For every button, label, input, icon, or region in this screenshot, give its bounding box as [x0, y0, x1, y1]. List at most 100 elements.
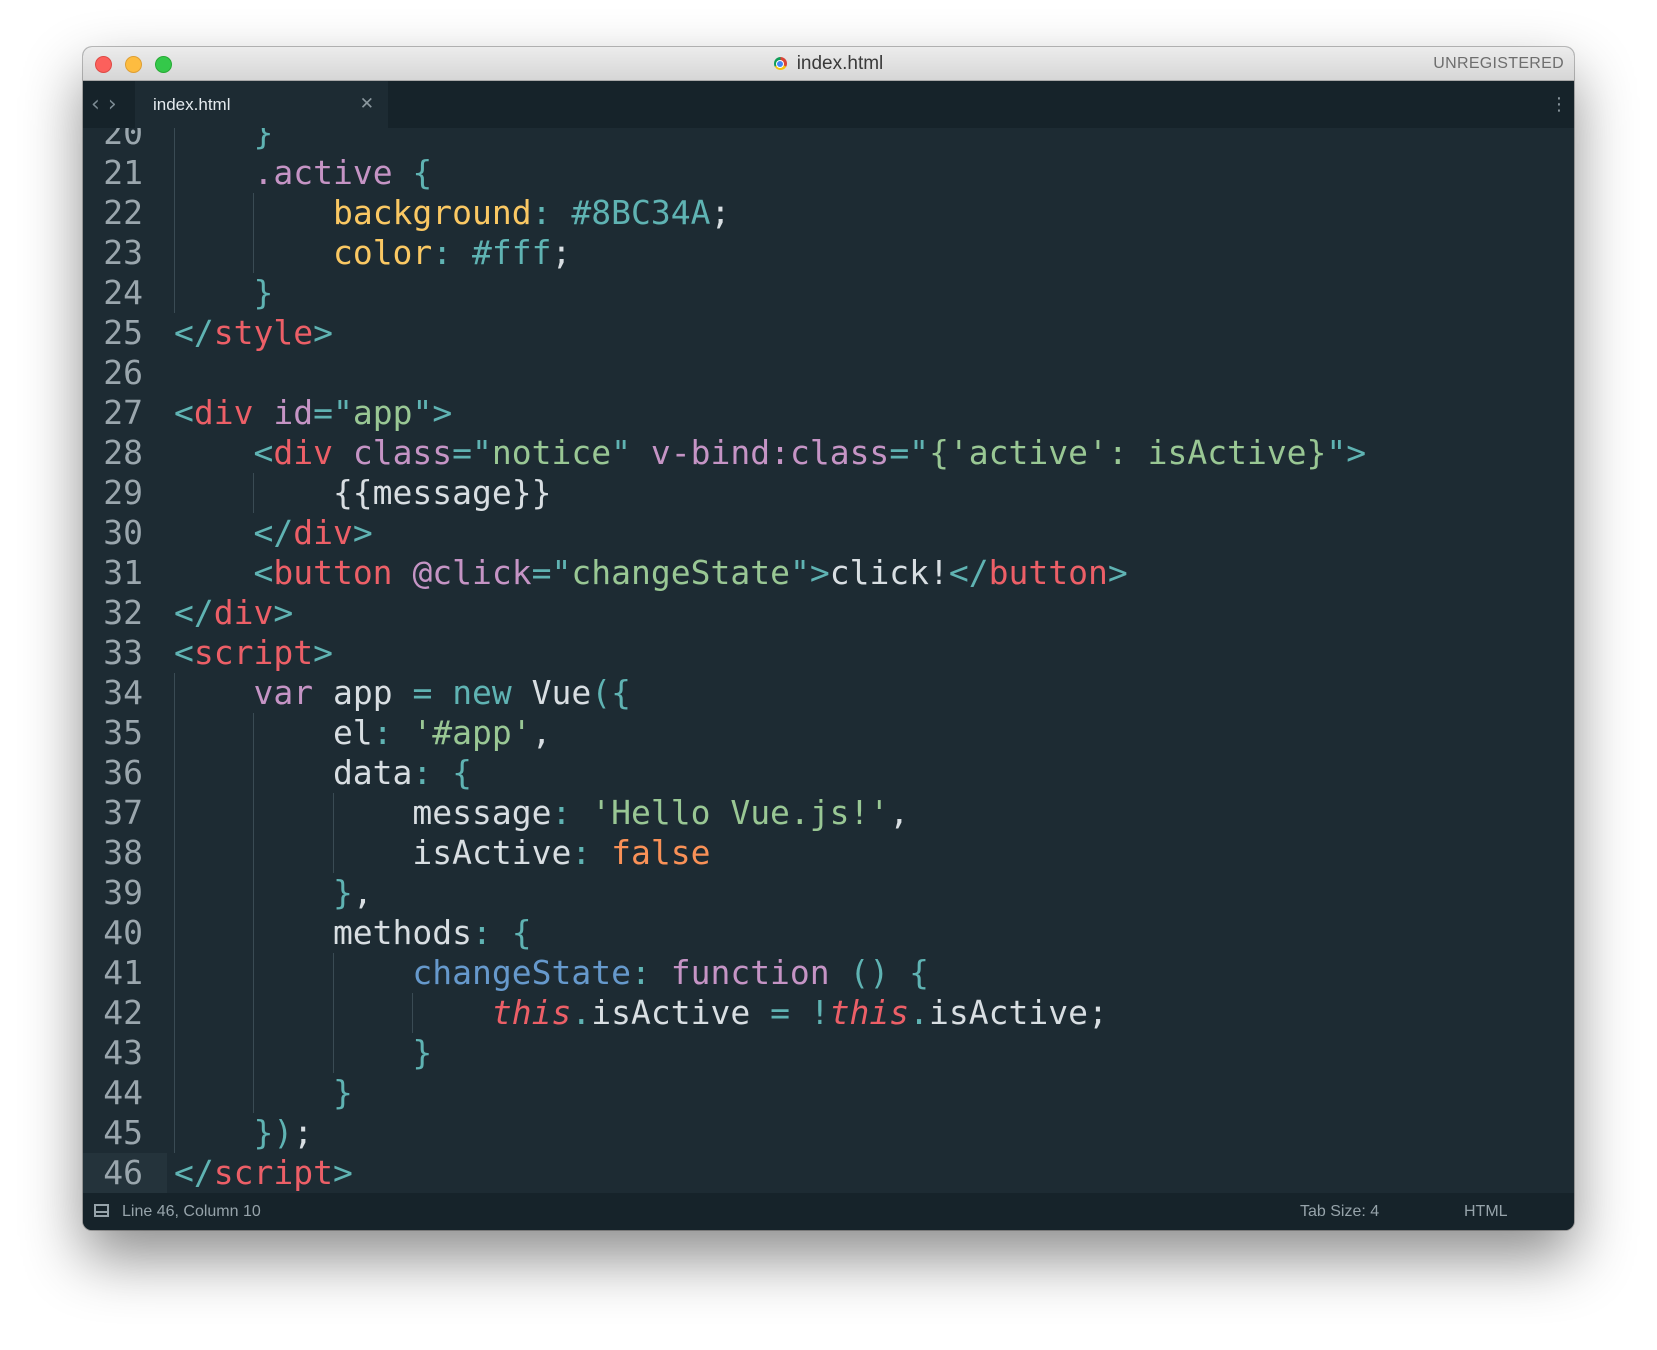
code-token: app	[352, 393, 413, 432]
code-token: </	[174, 513, 294, 552]
more-vertical-icon[interactable]: ⋮	[1550, 81, 1568, 128]
line-number: 23	[103, 233, 143, 272]
code-token: }	[174, 273, 274, 312]
line-code: </div>	[174, 513, 372, 553]
code-token: isActive	[929, 993, 1088, 1032]
code-line[interactable]: 45 });	[83, 1113, 1574, 1153]
line-number: 36	[103, 753, 143, 792]
code-token: .active	[253, 153, 393, 192]
code-token: >	[273, 593, 294, 632]
line-number: 27	[103, 393, 143, 432]
code-token: }	[174, 128, 274, 152]
code-line[interactable]: 41 changeState: function () {	[83, 953, 1574, 993]
code-line[interactable]: 20 }	[83, 128, 1574, 153]
code-token: style	[213, 313, 314, 352]
code-line[interactable]: 34 var app = new Vue({	[83, 673, 1574, 713]
code-token: function	[670, 953, 830, 992]
panel-icon[interactable]	[94, 1204, 109, 1217]
code-token: script	[213, 1153, 333, 1192]
line-number: 39	[103, 873, 143, 912]
code-token: </	[174, 313, 214, 352]
line-code: }	[174, 1033, 432, 1073]
code-token: }	[174, 873, 353, 912]
close-icon[interactable]: ✕	[360, 81, 374, 128]
code-token: ;	[551, 233, 572, 272]
code-token: <	[174, 633, 194, 672]
tab-index-html[interactable]: index.html ✕	[135, 81, 388, 128]
line-code: }	[174, 128, 273, 153]
code-line[interactable]: 43 }	[83, 1033, 1574, 1073]
code-line[interactable]: 22 background: #8BC34A;	[83, 193, 1574, 233]
code-token: ,	[531, 713, 552, 752]
tab-nav: ‹›	[91, 81, 125, 128]
tab-size-selector[interactable]: Tab Size: 4	[1300, 1193, 1379, 1230]
code-line[interactable]: 30 </div>	[83, 513, 1574, 553]
code-token: ,	[352, 873, 373, 912]
code-token: div	[293, 513, 353, 552]
line-number: 32	[103, 593, 143, 632]
code-line[interactable]: 46 </script>	[83, 1153, 1574, 1193]
code-line[interactable]: 31 <button @click="changeState">click!</…	[83, 553, 1574, 593]
code-token: :	[531, 193, 572, 232]
code-token: :	[551, 793, 592, 832]
code-line[interactable]: 44 }	[83, 1073, 1574, 1113]
line-number: 33	[103, 633, 143, 672]
code-line[interactable]: 26	[83, 353, 1574, 393]
code-line[interactable]: 24 }	[83, 273, 1574, 313]
code-token: </	[174, 1153, 214, 1192]
code-token: isActive	[591, 993, 771, 1032]
line-number: 38	[103, 833, 143, 872]
code-token: click!	[829, 553, 949, 592]
window-title: index.html	[796, 52, 884, 74]
code-line[interactable]: 36 data: {	[83, 753, 1574, 793]
code-token: :	[571, 833, 612, 872]
code-token: div	[273, 433, 333, 472]
line-number: 31	[103, 553, 143, 592]
code-line[interactable]: 21 .active {	[83, 153, 1574, 193]
code-token: button	[988, 553, 1108, 592]
code-line[interactable]: 38 isActive: false	[83, 833, 1574, 873]
code-token: notice	[491, 433, 612, 472]
code-line[interactable]: 35 el: '#app',	[83, 713, 1574, 753]
line-code: {{message}}	[174, 473, 552, 513]
code-line[interactable]: 42 this.isActive = !this.isActive;	[83, 993, 1574, 1033]
code-token: ;	[1088, 993, 1108, 1032]
code-token: ">	[789, 553, 830, 592]
code-line[interactable]: 25 </style>	[83, 313, 1574, 353]
code-token: :	[432, 233, 473, 272]
line-number: 37	[103, 793, 143, 832]
code-line[interactable]: 28 <div class="notice" v-bind:class="{'a…	[83, 433, 1574, 473]
line-code: .active {	[174, 153, 432, 193]
code-token: script	[193, 633, 314, 672]
code-line[interactable]: 37 message: 'Hello Vue.js!',	[83, 793, 1574, 833]
code-token: methods	[174, 913, 473, 952]
chevron-right-icon[interactable]: ›	[108, 92, 125, 117]
code-editor[interactable]: 20 } 21 .active {22 background: #8BC34A; 2…	[83, 128, 1574, 1230]
code-line[interactable]: 23 color: #fff;	[83, 233, 1574, 273]
line-code: isActive: false	[174, 833, 710, 873]
code-line[interactable]: 29 {{message}}	[83, 473, 1574, 513]
syntax-selector[interactable]: HTML	[1464, 1193, 1508, 1230]
status-bar: Line 46, Column 10 Tab Size: 4 HTML	[83, 1193, 1574, 1230]
line-code: message: 'Hello Vue.js!',	[174, 793, 909, 833]
line-code: changeState: function () {	[174, 953, 929, 993]
code-line[interactable]: 27 <div id="app">	[83, 393, 1574, 433]
code-line[interactable]: 40 methods: {	[83, 913, 1574, 953]
code-token: }	[174, 1033, 433, 1072]
code-token: ="	[313, 393, 353, 432]
chevron-left-icon[interactable]: ‹	[91, 92, 108, 117]
code-token: ({	[591, 673, 632, 712]
code-line[interactable]: 39 },	[83, 873, 1574, 913]
line-number: 22	[103, 193, 143, 232]
code-line[interactable]: 33 <script>	[83, 633, 1574, 673]
code-token: app	[313, 673, 413, 712]
code-token: this	[491, 993, 572, 1032]
code-token: #8BC34A	[571, 193, 711, 232]
code-line[interactable]: 32 </div>	[83, 593, 1574, 633]
code-token: div	[213, 593, 274, 632]
